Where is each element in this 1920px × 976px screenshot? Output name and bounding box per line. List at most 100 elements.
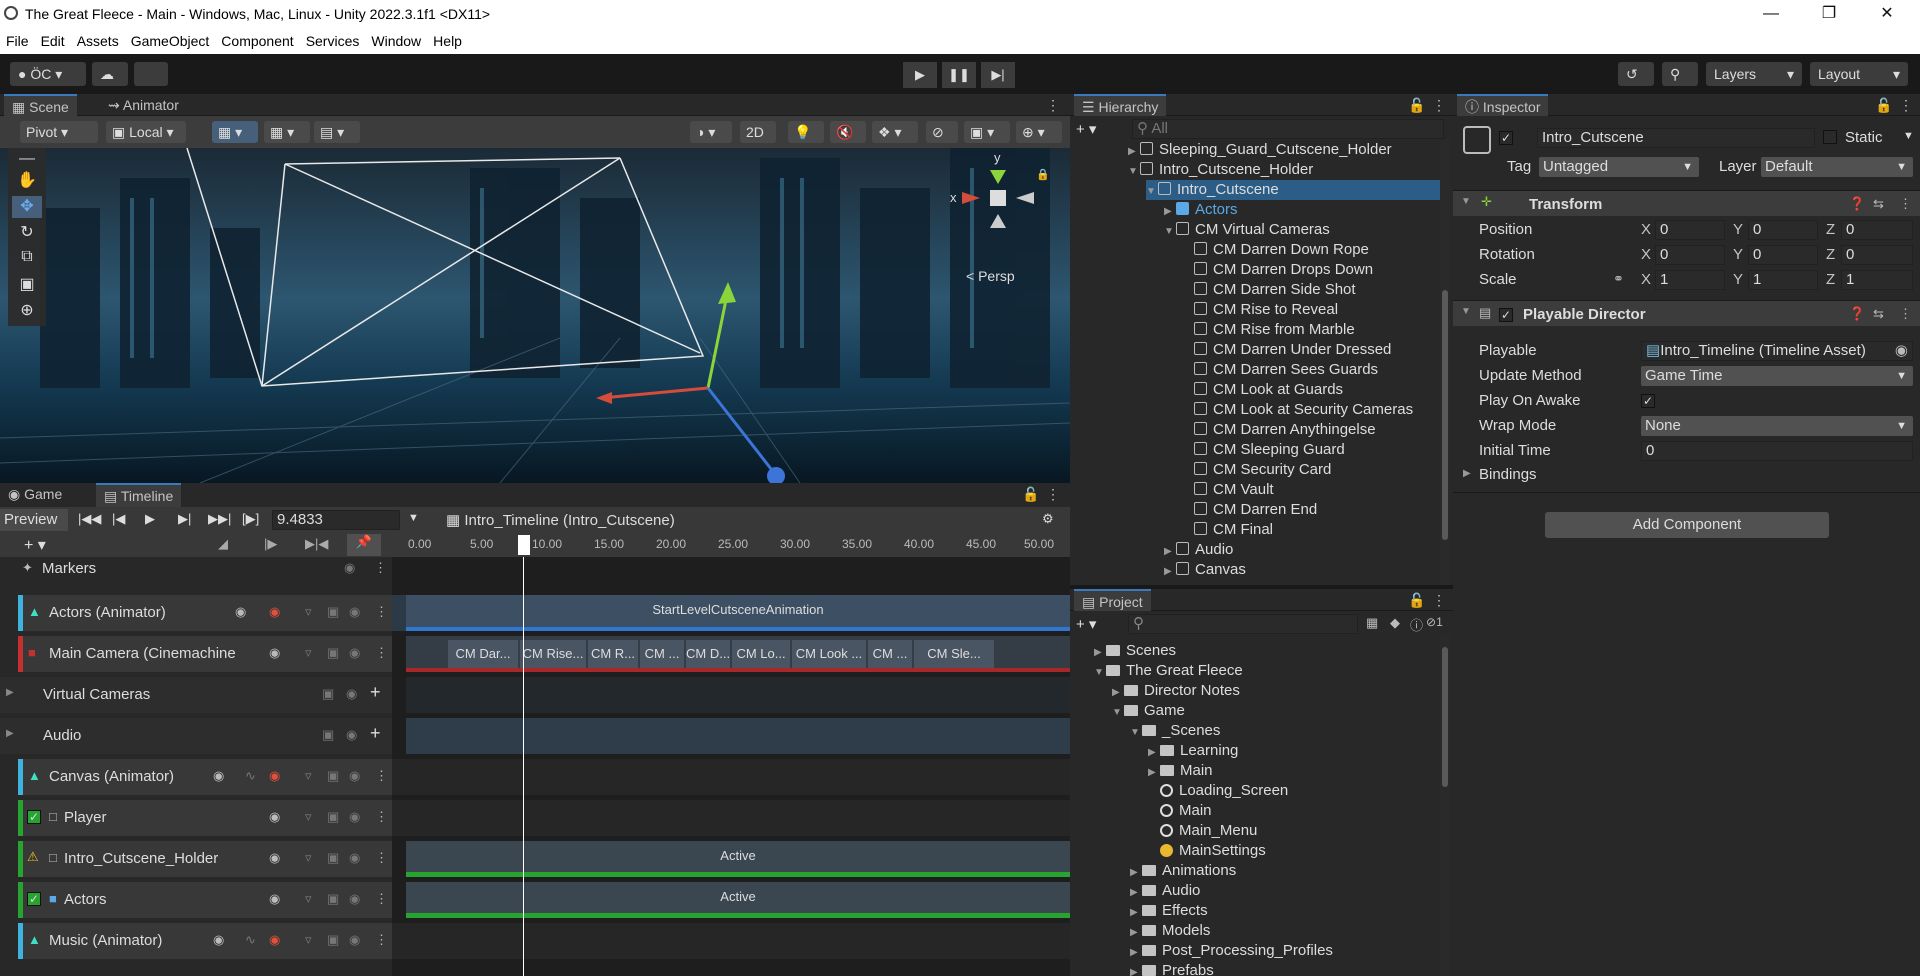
lock-icon[interactable]: 🔓 [1408,97,1425,114]
eye-icon[interactable]: ◉ [346,686,357,702]
project-folder[interactable]: ▶ Scenes [1094,641,1176,661]
hierarchy-options-icon[interactable]: ⋮ [1432,97,1446,114]
track-options-icon[interactable]: ⋮ [375,604,388,620]
toggle-2d-button[interactable]: 2D [740,121,776,143]
object-name-field[interactable]: Intro_Cutscene [1537,128,1815,148]
hand-tool-icon[interactable]: ✋ [12,170,42,192]
lock-icon[interactable]: ▣ [327,850,339,866]
scene-options-icon[interactable]: ⋮ [1046,97,1060,114]
next-frame-icon[interactable]: ▶| [178,511,191,527]
record-icon[interactable]: ◉ [269,768,280,784]
go-to-start-icon[interactable]: |◀◀ [78,511,101,527]
track-actors-animator[interactable]: ▲ Actors (Animator) ◉ ◉ ▿ ▣ ◉ ⋮ [18,595,392,631]
gizmos-button[interactable]: ⊕ ▾ [1016,121,1062,143]
project-folder[interactable]: ▶ Director Notes [1112,681,1240,701]
activation-clip[interactable]: Active [406,841,1070,877]
hierarchy-item[interactable]: CM Final [1194,520,1273,540]
project-folder[interactable]: ▶ Models [1130,921,1210,941]
camera-clip[interactable]: CM Dar... [448,640,518,668]
hierarchy-item[interactable]: CM Look at Security Cameras [1194,400,1413,420]
replace-mode-icon[interactable]: ▶|◀ [305,536,328,552]
eye-icon[interactable]: ◉ [349,604,360,620]
search-button[interactable]: ⚲ [1662,62,1698,86]
info-icon[interactable]: ⓘ [1410,615,1423,634]
expand-arrow-icon[interactable]: ▶ [6,687,14,698]
playable-director-section-header[interactable]: ▼ ▤ ✓ Playable Director ❓ ⇆ ⋮ [1453,300,1920,326]
play-range-icon[interactable]: [▶] [242,511,259,527]
menu-component[interactable]: Component [215,28,299,49]
lock-icon[interactable]: ▣ [327,768,339,784]
lock-icon[interactable]: 🔓 [1408,592,1425,609]
tab-inspector[interactable]: ⓘ Inspector [1457,94,1549,116]
move-tool-icon[interactable]: ✥ [12,196,42,218]
scale-tool-icon[interactable]: ⧉ [12,248,42,270]
restore-button[interactable]: ❐ [1800,0,1858,28]
account-button[interactable]: ● ÖC ▾ [10,62,86,86]
layer-dropdown[interactable]: Default ▼ [1761,157,1913,177]
step-button[interactable]: ▶| [981,62,1015,88]
camera-clip[interactable]: CM ... [868,640,912,668]
hierarchy-item[interactable]: CM Darren Down Rope [1194,240,1369,260]
hierarchy-item[interactable]: CM Security Card [1194,460,1331,480]
orientation-gizmo[interactable]: y x [936,150,1046,236]
lock-icon[interactable]: ▣ [322,686,334,702]
target-icon[interactable]: ◉ [269,850,280,866]
eye-icon[interactable]: ◉ [346,727,357,743]
menu-assets[interactable]: Assets [71,28,125,49]
project-folder[interactable]: ▶ Learning [1148,741,1238,761]
search-by-type-icon[interactable]: ▦ [1366,615,1378,631]
scale-x-field[interactable]: 1 [1655,270,1725,290]
chevron-down-icon[interactable]: ▼ [1903,130,1914,142]
project-scrollbar[interactable] [1440,637,1450,976]
target-icon[interactable]: ◉ [213,932,224,948]
close-button[interactable]: ✕ [1858,0,1916,28]
rect-tool-icon[interactable]: ▣ [12,274,42,296]
eye-icon[interactable]: ◉ [344,560,355,576]
preview-button[interactable]: Preview [0,509,68,531]
hierarchy-item[interactable]: CM Darren Drops Down [1194,260,1373,280]
pin-icon[interactable]: ▿ [305,850,312,866]
activation-clip[interactable]: Active [406,882,1070,918]
track-main-camera[interactable]: ■ Main Camera (Cinemachine ◉ ▿ ▣ ◉ ⋮ [18,636,392,672]
add-track-icon[interactable]: + [370,682,381,703]
grid-snap-button[interactable]: ▦ ▾ [212,121,258,143]
camera-clip[interactable]: CM Look ... [792,640,866,668]
gear-icon[interactable]: ⚙ [1042,511,1054,527]
component-options-icon[interactable]: ⋮ [1899,306,1912,322]
target-icon[interactable]: ◉ [269,809,280,825]
target-icon[interactable]: ◉ [269,891,280,907]
project-scene-asset[interactable]: Loading_Screen [1160,781,1288,801]
camera-clip[interactable]: CM D... [686,640,730,668]
scrollbar-thumb[interactable] [1442,290,1448,540]
hierarchy-item[interactable]: CM Darren End [1194,500,1317,520]
ruler-button[interactable]: ▤ ▾ [314,121,360,143]
camera-button[interactable]: ▣ ▾ [964,121,1010,143]
chevron-down-icon[interactable]: ▼ [408,512,419,524]
menu-services[interactable]: Services [300,28,366,49]
pin-icon[interactable]: ▿ [305,604,312,620]
curves-icon[interactable]: ∿ [245,768,256,784]
lock-icon[interactable]: ▣ [327,809,339,825]
hierarchy-scrollbar[interactable] [1440,140,1450,585]
cloud-button[interactable]: ☁ [92,62,128,86]
track-options-icon[interactable]: ⋮ [375,809,388,825]
pin-icon[interactable]: ▿ [305,932,312,948]
project-scene-asset[interactable]: Main [1160,801,1212,821]
component-options-icon[interactable]: ⋮ [1899,196,1912,212]
record-icon[interactable]: ◉ [269,604,280,620]
preset-icon[interactable]: ⇆ [1873,196,1884,212]
lock-icon[interactable]: ▣ [327,932,339,948]
position-y-field[interactable]: 0 [1748,220,1818,240]
timeline-clips-area[interactable]: StartLevelCutsceneAnimation CM Dar... CM… [392,557,1070,976]
add-track-icon[interactable]: + ▾ [24,535,46,555]
hierarchy-search-input[interactable]: ⚲ All [1132,119,1444,139]
rotation-y-field[interactable]: 0 [1748,245,1818,265]
preset-icon[interactable]: ⇆ [1873,306,1884,322]
track-actors[interactable]: ✓ Actors ■ ◉ ▿ ▣ ◉ ⋮ [18,882,392,918]
create-asset-button[interactable]: + ▾ [1076,615,1096,633]
expand-arrow-icon[interactable]: ▶ [6,728,14,739]
layers-dropdown[interactable]: Layers ▾ [1706,62,1802,86]
track-options-icon[interactable]: ⋮ [375,768,388,784]
lock-icon[interactable]: ▣ [327,891,339,907]
hierarchy-item[interactable]: ▼ Intro_Cutscene_Holder [1128,160,1313,180]
